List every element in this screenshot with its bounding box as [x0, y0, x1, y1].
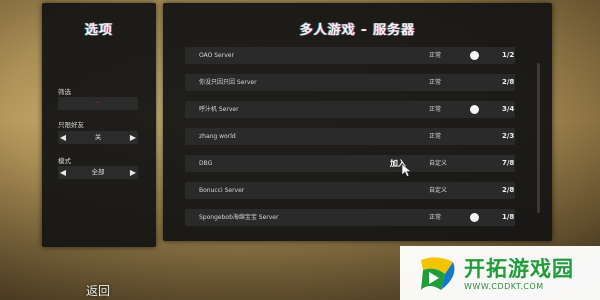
arrow-left-icon[interactable]: ◀ — [58, 131, 68, 144]
player-count: 1/8 — [502, 213, 515, 221]
game-park-logo-icon — [421, 257, 455, 290]
server-name: 你没只因只因 Server — [199, 79, 257, 86]
server-name: Spongebob海绵宝宝 Server — [199, 214, 279, 221]
server-status: 正常 — [429, 133, 442, 140]
player-count: 2/8 — [502, 186, 515, 194]
server-row[interactable]: OAO Server 正常 1/2 — [185, 47, 515, 64]
server-row[interactable]: 呼汁机 Server 正常 3/4 — [185, 101, 515, 118]
arrow-right-icon[interactable]: ▶ — [128, 166, 138, 179]
mode-stepper[interactable]: ◀ 全部 ▶ — [58, 166, 138, 179]
server-row[interactable]: zhang world 正常 2/3 — [185, 128, 515, 145]
friends-only-label: 只限好友 — [58, 121, 84, 129]
options-panel: 选项 筛选 -- 只限好友 ◀ 关 ▶ 模式 ◀ 全部 ▶ — [42, 3, 156, 247]
watermark-url: WWW.CDDKT.COM — [464, 282, 544, 291]
arrow-left-icon[interactable]: ◀ — [58, 166, 68, 179]
server-status: 正常 — [429, 79, 442, 86]
watermark-title: 开拓游戏园 — [464, 257, 574, 281]
server-name: zhang world — [199, 133, 236, 140]
player-count: 7/8 — [502, 159, 515, 167]
server-row[interactable]: DBG 加入 自定义 7/8 — [185, 155, 515, 172]
server-status: 正常 — [429, 106, 442, 113]
mode-value: 全部 — [91, 168, 105, 176]
server-name: DBG — [199, 160, 213, 167]
mode-label: 模式 — [58, 157, 71, 165]
friends-only-stepper[interactable]: ◀ 关 ▶ — [58, 131, 138, 144]
filter-label: 筛选 — [58, 88, 71, 96]
server-status: 自定义 — [429, 187, 448, 194]
server-status: 正常 — [429, 214, 442, 221]
server-browser-title: 多人游戏 - 服务器 — [299, 23, 416, 38]
back-button[interactable]: 返回 — [86, 282, 110, 299]
player-count: 3/4 — [502, 105, 515, 113]
server-row[interactable]: Bonucci Server 自定义 2/8 — [185, 182, 515, 199]
filter-field[interactable]: -- — [58, 97, 138, 110]
server-status: 正常 — [429, 52, 442, 59]
server-name: OAO Server — [199, 52, 234, 59]
player-count: 2/8 — [502, 78, 515, 86]
player-count: 1/2 — [502, 51, 515, 59]
server-list: OAO Server 正常 1/2 你没只因只因 Server 正常 2/8 呼汁机 Ser… — [185, 47, 515, 237]
friends-only-value: 关 — [94, 133, 102, 141]
server-row[interactable]: Spongebob海绵宝宝 Server 正常 1/8 — [185, 209, 515, 226]
options-title: 选项 — [84, 23, 113, 38]
arrow-right-icon[interactable]: ▶ — [128, 131, 138, 144]
server-name: Bonucci Server — [199, 187, 245, 194]
watermark: 开拓游戏园 WWW.CDDKT.COM — [400, 246, 600, 300]
filter-value: -- — [95, 99, 100, 106]
scrollbar[interactable] — [537, 63, 540, 213]
server-name: 呼汁机 Server — [199, 106, 239, 113]
server-status: 自定义 — [429, 160, 448, 167]
player-count: 2/3 — [502, 132, 515, 140]
server-indicator-icon — [470, 213, 479, 222]
server-browser-panel: 多人游戏 - 服务器 OAO Server 正常 1/2 你没只因只因 Server 正… — [163, 3, 552, 241]
server-indicator-icon — [470, 105, 479, 114]
server-row[interactable]: 你没只因只因 Server 正常 2/8 — [185, 74, 515, 91]
server-indicator-icon — [470, 51, 479, 60]
mouse-cursor-icon — [402, 164, 412, 177]
